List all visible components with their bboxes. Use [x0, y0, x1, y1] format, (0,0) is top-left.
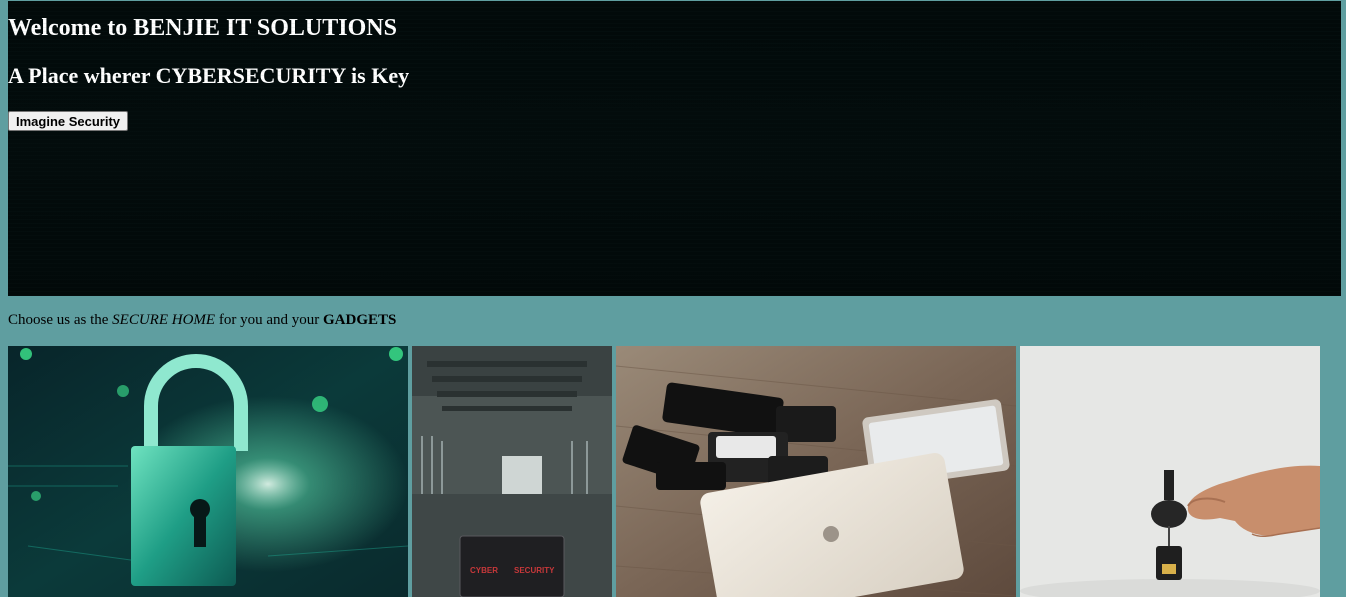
- page-title: Welcome to BENJIE IT SOLUTIONS: [8, 15, 397, 41]
- page-subtitle: A Place wherer CYBERSECURITY is Key: [8, 63, 410, 88]
- tagline-strong: GADGETS: [322, 312, 397, 328]
- devices-image: [616, 346, 1016, 597]
- imagine-security-button[interactable]: Imagine Security: [8, 111, 129, 131]
- tagline-middle: for you and your: [215, 312, 323, 328]
- laptop-label-security: SECURITY: [514, 566, 555, 575]
- tagline-emphasis: SECURE HOME: [112, 312, 216, 328]
- hero-banner: Welcome to BENJIE IT SOLUTIONS A Place w…: [8, 1, 1341, 296]
- cyber-security-laptop-image: CYBER SECURITY: [412, 346, 612, 597]
- tagline: Choose us as the SECURE HOME for you and…: [8, 312, 396, 329]
- padlock-image: [8, 346, 408, 597]
- laptop-label-cyber: CYBER: [470, 566, 498, 575]
- usb-key-image: [1020, 346, 1320, 597]
- tagline-prefix: Choose us as the: [8, 312, 113, 328]
